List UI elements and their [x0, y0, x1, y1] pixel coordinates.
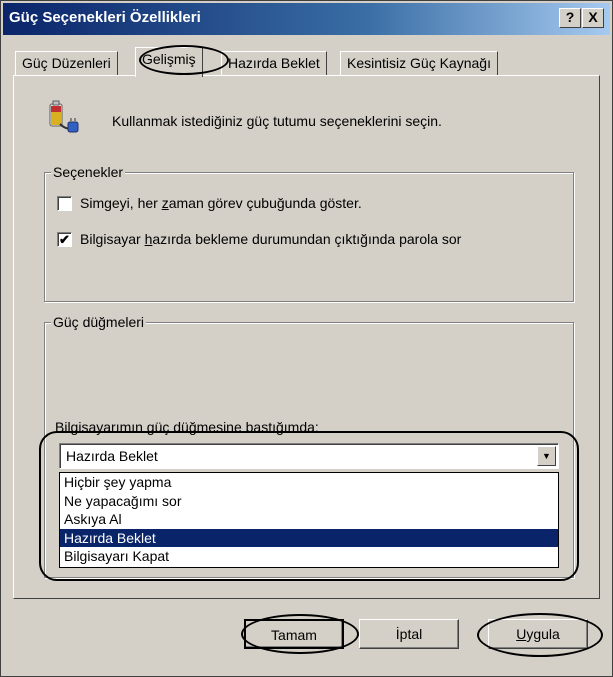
- ok-button[interactable]: Tamam: [244, 619, 344, 649]
- show-icon-checkbox[interactable]: [57, 195, 72, 211]
- dropdown-arrow-icon[interactable]: ▼: [537, 446, 556, 466]
- battery-plug-icon: [49, 100, 79, 133]
- intro-text: Kullanmak istediğiniz güç tutumu seçenek…: [112, 113, 442, 129]
- options-legend: Seçenekler: [51, 164, 126, 180]
- dropdown-option-standby[interactable]: Askıya Al: [60, 510, 558, 529]
- tab-hibernate[interactable]: Hazırda Beklet: [221, 51, 327, 77]
- dropdown-option-hibernate[interactable]: Hazırda Beklet: [60, 528, 558, 547]
- apply-button[interactable]: Uygula: [488, 619, 588, 649]
- password-checkbox[interactable]: ✔: [57, 231, 72, 247]
- options-groupbox: Seçenekler Simgeyi, her zaman görev çubu…: [44, 164, 574, 302]
- window-title: Güç Seçenekleri Özellikleri: [9, 9, 201, 26]
- power-buttons-groupbox: Güç düğmeleri Bilgisayarımın güç düğmesi…: [44, 314, 574, 578]
- dropdown-option-ask[interactable]: Ne yapacağımı sor: [60, 492, 558, 511]
- title-bar[interactable]: Güç Seçenekleri Özellikleri ? X: [3, 3, 610, 35]
- password-option[interactable]: ✔ Bilgisayar hazırda bekleme durumundan …: [57, 231, 461, 247]
- cancel-button[interactable]: İptal: [359, 619, 459, 649]
- power-button-label: Bilgisayarımın güç düğmesine bastığımda:: [55, 419, 319, 435]
- tab-ups[interactable]: Kesintisiz Güç Kaynağı: [340, 51, 498, 77]
- tab-advanced[interactable]: Gelişmiş: [135, 47, 203, 77]
- close-button[interactable]: X: [582, 8, 604, 28]
- dropdown-option-shutdown[interactable]: Bilgisayarı Kapat: [60, 547, 558, 566]
- power-buttons-legend: Güç düğmeleri: [51, 314, 147, 330]
- password-label: Bilgisayar hazırda bekleme durumundan çı…: [80, 231, 462, 247]
- dropdown-option-do-nothing[interactable]: Hiçbir şey yapma: [60, 473, 558, 492]
- show-icon-label: Simgeyi, her zaman görev çubuğunda göste…: [80, 195, 362, 211]
- show-icon-option[interactable]: Simgeyi, her zaman görev çubuğunda göste…: [57, 195, 362, 211]
- selected-action: Hazırda Beklet: [66, 448, 158, 464]
- tab-power-schemes[interactable]: Güç Düzenleri: [15, 51, 118, 77]
- advanced-panel: Kullanmak istediğiniz güç tutumu seçenek…: [13, 75, 600, 599]
- power-button-action-select[interactable]: Hazırda Beklet ▼: [59, 443, 559, 469]
- help-button[interactable]: ?: [559, 8, 581, 28]
- action-dropdown-list: Hiçbir şey yapma Ne yapacağımı sor Askıy…: [59, 472, 559, 568]
- power-options-dialog: Güç Seçenekleri Özellikleri ? X Güç Düze…: [0, 0, 613, 677]
